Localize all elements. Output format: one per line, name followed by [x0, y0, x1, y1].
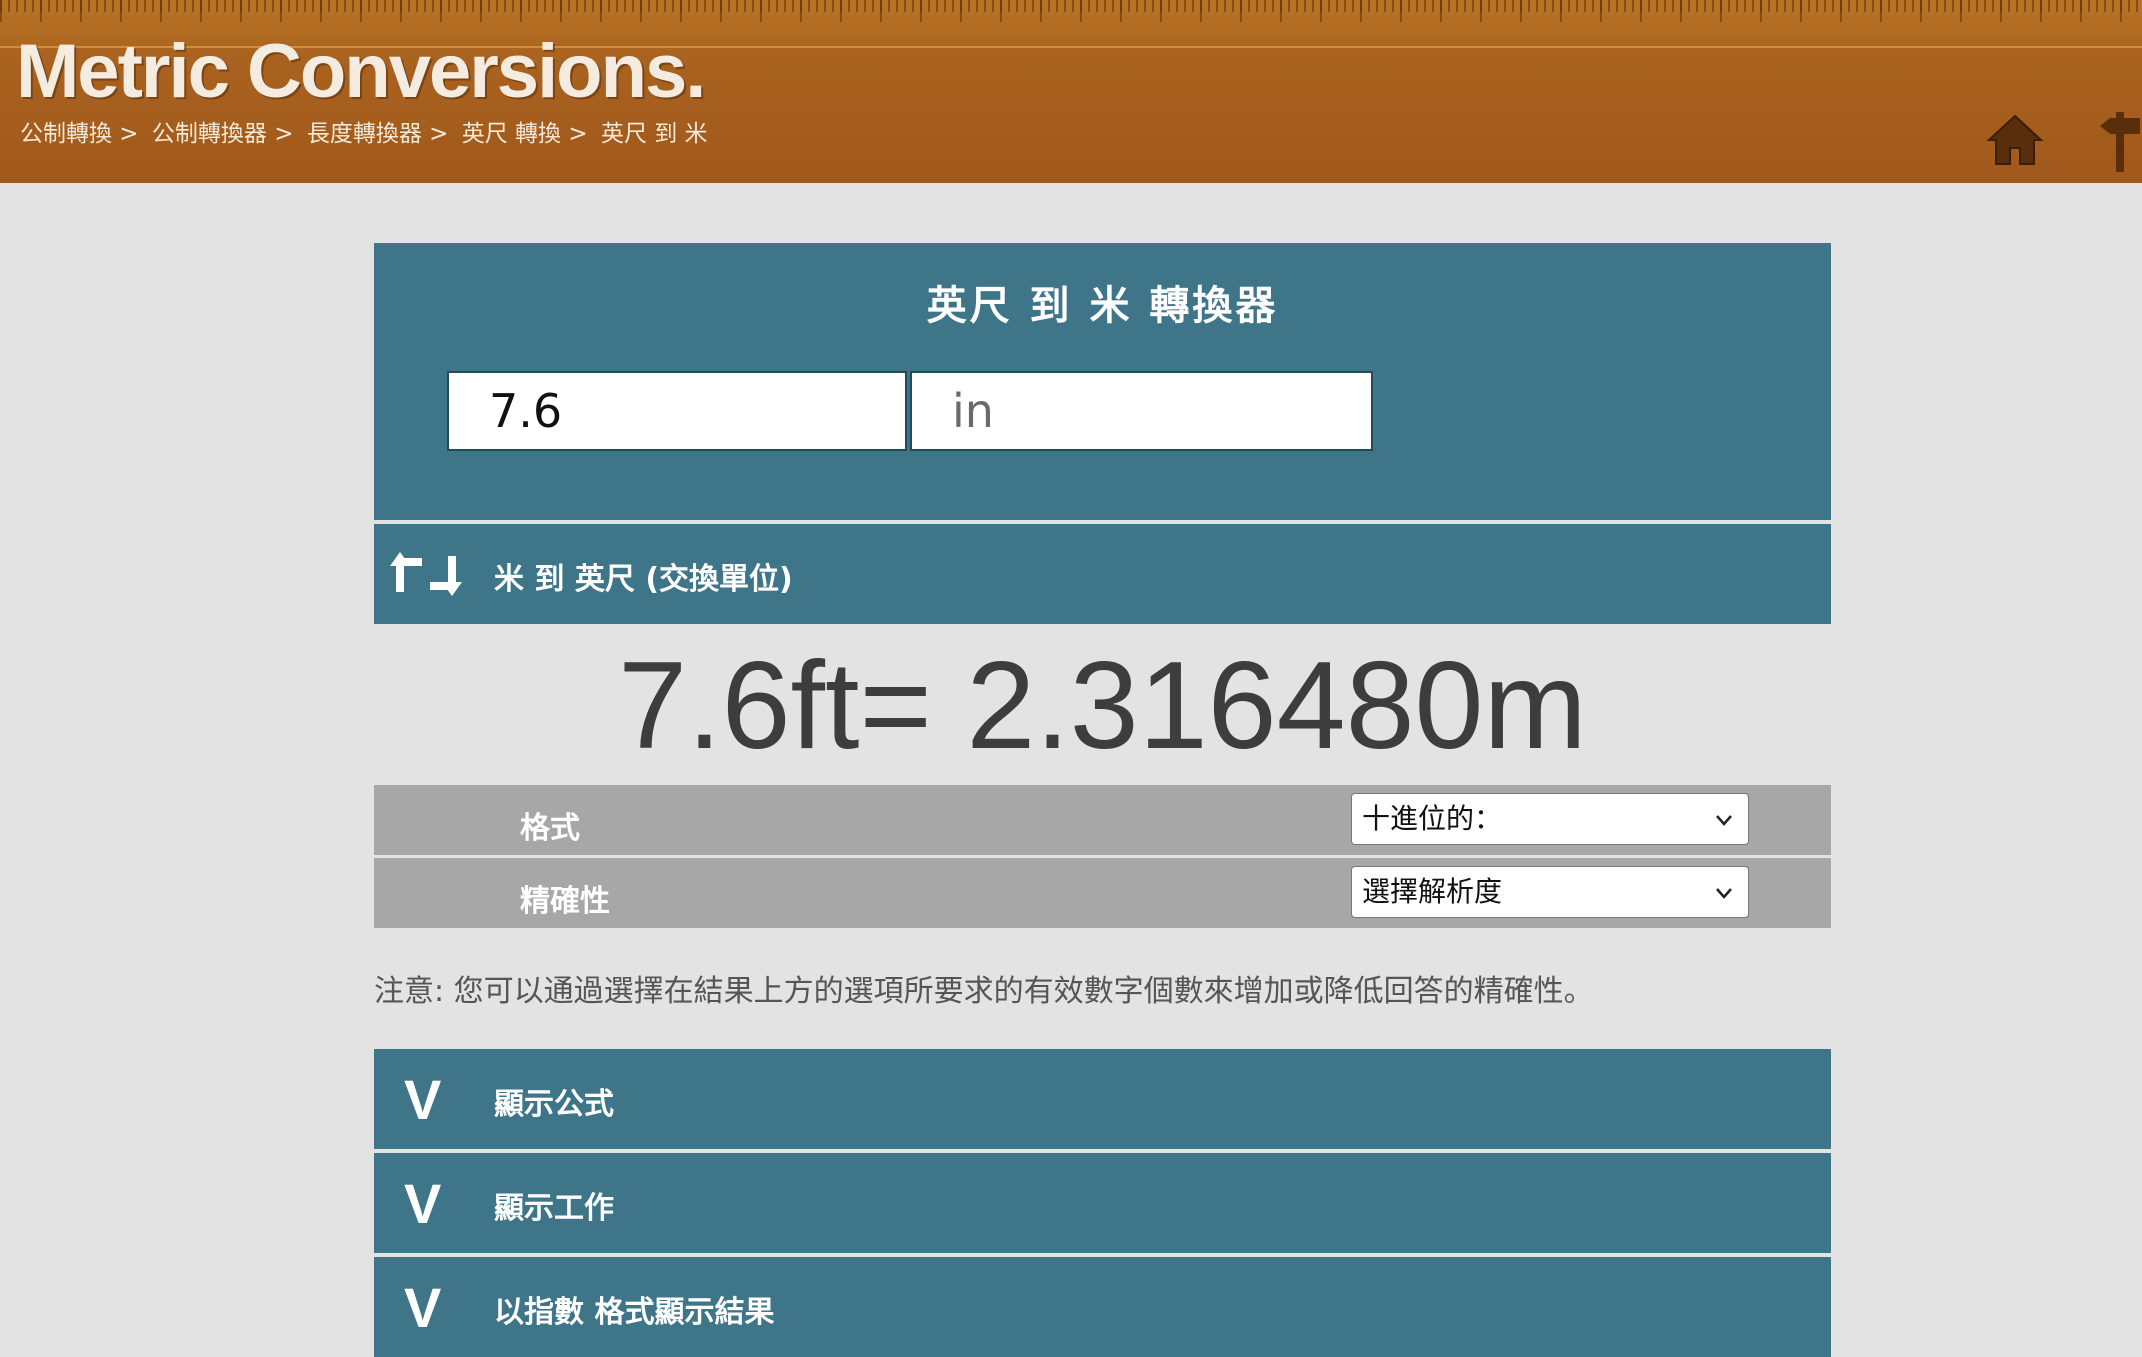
breadcrumb: 公制轉換 > 公制轉換器 > 長度轉換器 > 英尺 轉換 > 英尺 到 米	[20, 114, 714, 148]
precision-select-value: 選擇解析度	[1362, 875, 1503, 908]
show-formula-accordion[interactable]: V 顯示公式	[374, 1049, 1831, 1149]
accordion-label: 顯示公式	[494, 1087, 614, 1122]
accordion-label: 顯示工作	[494, 1191, 614, 1226]
swap-label: 米 到 英尺 (交換單位)	[494, 562, 793, 597]
format-select-value: 十進位的：	[1362, 802, 1503, 835]
site-logo[interactable]: Metric Conversions.	[16, 28, 706, 115]
precision-note: 注意: 您可以通過選擇在結果上方的選項所要求的有效數字個數來增加或降低回答的精確…	[374, 974, 1594, 1009]
precision-select[interactable]: 選擇解析度	[1351, 866, 1749, 918]
precision-label: 精確性	[520, 884, 610, 919]
expand-icon: V	[404, 1276, 442, 1339]
accordion-label: 以指數 格式顯示結果	[494, 1295, 775, 1330]
format-select[interactable]: 十進位的：	[1351, 793, 1749, 845]
converter-title: 英尺 到 米 轉換器	[926, 283, 1279, 329]
show-work-accordion[interactable]: V 顯示工作	[374, 1153, 1831, 1253]
home-icon[interactable]	[1986, 112, 2044, 168]
format-label: 格式	[520, 811, 580, 846]
conversion-result: 7.6ft= 2.316480m	[618, 637, 1587, 775]
breadcrumb-item[interactable]: 公制轉換器 >	[152, 121, 294, 147]
breadcrumb-item[interactable]: 英尺 轉換 >	[462, 121, 588, 147]
format-row: 格式 十進位的：	[374, 785, 1831, 855]
swap-icon	[390, 552, 462, 596]
breadcrumb-item[interactable]: 長度轉換器 >	[307, 121, 449, 147]
converter-panel: 英尺 到 米 轉換器 7.6 in	[374, 243, 1831, 520]
signpost-icon[interactable]	[2100, 112, 2142, 172]
chevron-down-icon	[1716, 815, 1732, 826]
unit-input[interactable]: in	[910, 371, 1373, 451]
breadcrumb-item[interactable]: 公制轉換 >	[20, 121, 139, 147]
show-exponential-accordion[interactable]: V 以指數 格式顯示結果	[374, 1257, 1831, 1357]
breadcrumb-item-current[interactable]: 英尺 到 米	[601, 121, 708, 147]
chevron-down-icon	[1716, 888, 1732, 899]
precision-row: 精確性 選擇解析度	[374, 858, 1831, 928]
swap-units-button[interactable]: 米 到 英尺 (交換單位)	[374, 524, 1831, 624]
expand-icon: V	[404, 1068, 442, 1131]
site-header: Metric Conversions. 公制轉換 > 公制轉換器 > 長度轉換器…	[0, 0, 2142, 183]
value-input[interactable]: 7.6	[447, 371, 907, 451]
expand-icon: V	[404, 1172, 442, 1235]
